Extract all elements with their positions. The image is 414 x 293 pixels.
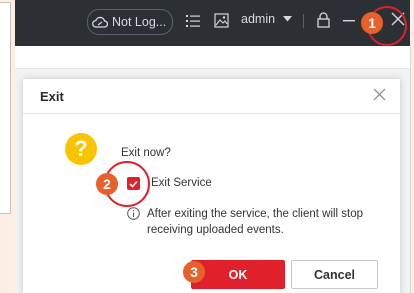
step-badge-2: 2 xyxy=(96,173,118,195)
info-message: After exiting the service, the client wi… xyxy=(147,208,364,236)
separator xyxy=(303,14,304,28)
account-status-label: Not Log... xyxy=(112,15,167,29)
dialog-divider xyxy=(23,113,400,114)
content-header-strip xyxy=(15,46,410,69)
title-bar: Not Log... admin xyxy=(15,0,410,46)
dialog-title: Exit xyxy=(40,89,64,104)
user-menu[interactable]: admin xyxy=(241,12,293,26)
minimize-icon[interactable] xyxy=(343,20,355,22)
ok-button[interactable]: OK xyxy=(191,260,285,289)
step-badge-3: 3 xyxy=(183,261,205,283)
dialog-close-icon[interactable] xyxy=(373,88,386,101)
cloud-icon xyxy=(92,16,108,28)
account-status-button[interactable]: Not Log... xyxy=(87,9,174,35)
exit-service-label[interactable]: Exit Service xyxy=(151,177,212,189)
exit-dialog: Exit ? Exit now? Exit Service After exit… xyxy=(23,79,400,293)
image-icon[interactable] xyxy=(214,13,229,28)
background-panel xyxy=(0,2,11,214)
info-icon xyxy=(127,207,140,220)
list-icon[interactable] xyxy=(186,14,200,28)
chevron-down-icon xyxy=(283,16,293,22)
cancel-button[interactable]: Cancel xyxy=(291,260,378,289)
username-label: admin xyxy=(241,12,276,26)
question-icon: ? xyxy=(65,133,97,165)
exit-question: Exit now? xyxy=(121,147,171,159)
step-badge-1: 1 xyxy=(361,12,383,34)
lock-icon[interactable] xyxy=(317,12,330,28)
